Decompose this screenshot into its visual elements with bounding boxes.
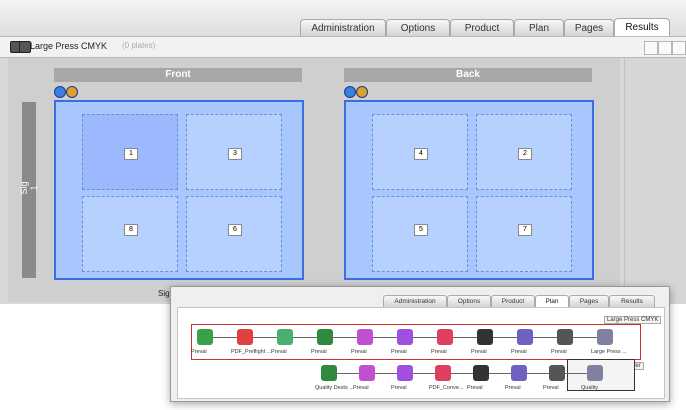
tab-bar: Administration Options Product Plan Page… [0, 0, 686, 38]
workflow-node[interactable] [511, 365, 527, 381]
page-number: 4 [414, 148, 428, 160]
popup-tab-product[interactable]: Product [491, 295, 535, 307]
row1-profile: Large Press CMYK [604, 316, 662, 324]
workflow-node-label: Preval [431, 349, 447, 355]
workflow-node-label: Preval [467, 385, 483, 391]
press-label: Large Press CMYK [30, 41, 108, 51]
tab-results[interactable]: Results [614, 18, 670, 38]
workflow-connector [533, 337, 557, 338]
signature-label: Sig 1 [19, 181, 39, 195]
workflow-node-label: Preval [353, 385, 369, 391]
workflow-connector [337, 373, 359, 374]
page-number: 2 [518, 148, 532, 160]
workflow-node[interactable] [597, 329, 613, 345]
workflow-node-label: Large Press ... [591, 349, 627, 355]
workflow-node[interactable] [587, 365, 603, 381]
view-toggle-button[interactable] [644, 41, 658, 55]
workflow-node[interactable] [397, 365, 413, 381]
front-sheet[interactable]: 1 3 8 6 [54, 100, 304, 280]
workflow-connector [213, 337, 237, 338]
workflow-node[interactable] [549, 365, 565, 381]
workflow-node[interactable] [359, 365, 375, 381]
popup-tab-results[interactable]: Results [609, 295, 655, 307]
popup-tab-plan[interactable]: Plan [535, 295, 569, 307]
tab-plan[interactable]: Plan [514, 19, 564, 37]
workflow-connector [493, 337, 517, 338]
tab-administration[interactable]: Administration [300, 19, 386, 37]
workflow-node-label: Preval [391, 349, 407, 355]
page-number: 8 [124, 224, 138, 236]
tab-options[interactable]: Options [386, 19, 450, 37]
workflow-node-label: Quality [581, 385, 599, 391]
popup-tab-administration[interactable]: Administration [383, 295, 447, 307]
workflow-connector [413, 373, 435, 374]
workflow-connector [527, 373, 549, 374]
page-number: 6 [228, 224, 242, 236]
popup-tab-options[interactable]: Options [447, 295, 491, 307]
page-number: 1 [124, 148, 138, 160]
right-panel [624, 58, 686, 302]
back-header: Back [344, 68, 592, 82]
workflow-node-label: Preval [191, 349, 207, 355]
workflow-node-label: Preval [543, 385, 559, 391]
view-toggle-button-2[interactable] [658, 41, 672, 55]
workflow-node[interactable] [357, 329, 373, 345]
page-number: 7 [518, 224, 532, 236]
workflow-connector [573, 337, 597, 338]
page-number: 3 [228, 148, 242, 160]
page-number: 5 [414, 224, 428, 236]
view-toggle-button-3[interactable] [672, 41, 686, 55]
workflow-node-label: Preval [471, 349, 487, 355]
workflow-node[interactable] [473, 365, 489, 381]
workflow-node-label: Preval [505, 385, 521, 391]
workflow-node-label: Preval [351, 349, 367, 355]
workflow-node[interactable] [437, 329, 453, 345]
rotate-icon[interactable] [54, 86, 66, 98]
imposition-window: Administration Options Product Plan Page… [0, 0, 686, 304]
toolbar: Large Press CMYK (0 plates) [0, 36, 686, 58]
workflow-connector [375, 373, 397, 374]
workflow-node-label: PDF_Preflight ... [231, 349, 272, 355]
workflow-node[interactable] [435, 365, 451, 381]
zoom-icon-back[interactable] [356, 86, 368, 98]
workflow-node[interactable] [557, 329, 573, 345]
workflow-node-label: Preval [271, 349, 287, 355]
workflow-connector [293, 337, 317, 338]
back-sheet[interactable]: 4 2 5 7 [344, 100, 594, 280]
workflow-connector [565, 373, 587, 374]
workflow-node[interactable] [397, 329, 413, 345]
zoom-icon[interactable] [66, 86, 78, 98]
workflow-node-label: Preval [511, 349, 527, 355]
workflow-node[interactable] [517, 329, 533, 345]
tab-product[interactable]: Product [450, 19, 514, 37]
plates-count: (0 plates) [122, 41, 156, 50]
workflow-node[interactable] [317, 329, 333, 345]
workflow-node[interactable] [477, 329, 493, 345]
workflow-node-label: PDF_Conve... [429, 385, 464, 391]
workflow-node-label: Preval [311, 349, 327, 355]
imposition-canvas: Front Back Sig 1 1 3 8 6 4 2 5 7 [8, 58, 620, 302]
workflow-connector [333, 337, 357, 338]
workflow-connector [373, 337, 397, 338]
workflow-node[interactable] [237, 329, 253, 345]
workflow-node-label: Preval [391, 385, 407, 391]
workflow-node-label: Quality Dests ... [315, 385, 354, 391]
workflow-connector [413, 337, 437, 338]
workflow-popup: Administration Options Product Plan Page… [170, 286, 670, 402]
workflow-node-label: Preval [551, 349, 567, 355]
workflow-connector [451, 373, 473, 374]
front-header: Front [54, 68, 302, 82]
popup-tab-pages[interactable]: Pages [569, 295, 609, 307]
workflow-connector [453, 337, 477, 338]
workflow-node[interactable] [197, 329, 213, 345]
rotate-icon-back[interactable] [344, 86, 356, 98]
workflow-node[interactable] [321, 365, 337, 381]
tab-pages[interactable]: Pages [564, 19, 614, 37]
workflow-connector [489, 373, 511, 374]
workflow-connector [253, 337, 277, 338]
workflow-node[interactable] [277, 329, 293, 345]
